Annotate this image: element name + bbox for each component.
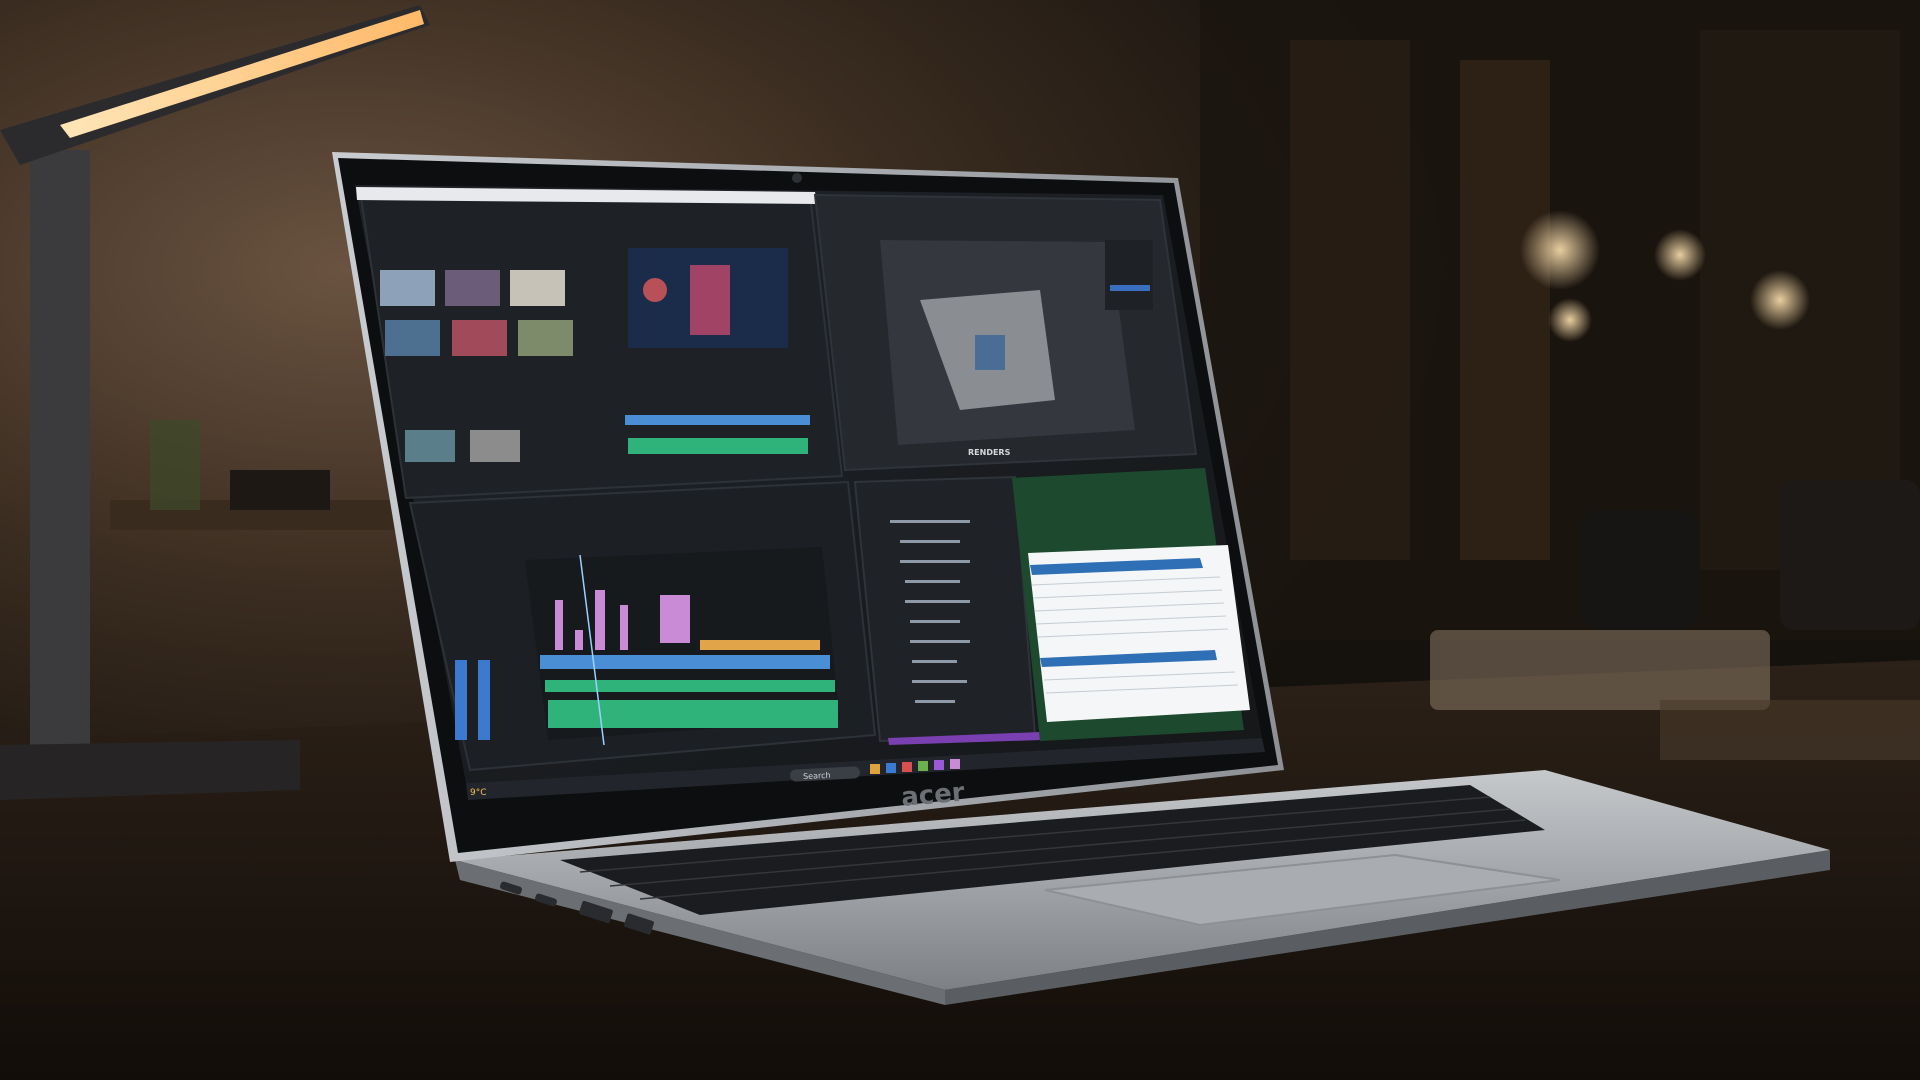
track-header — [478, 660, 490, 740]
camera-body — [1780, 480, 1920, 630]
timeline-clip-purple — [575, 630, 583, 650]
media-thumbnail — [445, 270, 500, 306]
photo-scene: acer RENDERS Search 9°C — [0, 0, 1920, 1080]
timeline-clip-purple — [660, 595, 690, 643]
timeline-clip-purple — [555, 600, 563, 650]
monitor-subject — [690, 265, 730, 335]
media-thumbnail — [385, 320, 440, 356]
plant — [150, 420, 200, 510]
camera-lens — [1580, 510, 1700, 630]
media-thumbnail — [510, 270, 565, 306]
notebook — [1660, 700, 1920, 760]
media-thumbnail — [380, 270, 435, 306]
shelf-post — [1460, 60, 1550, 560]
bokeh-light — [1520, 210, 1600, 290]
timeline-clip-orange — [700, 640, 820, 650]
audio-interface — [1430, 630, 1770, 710]
camera-on-shelf — [230, 470, 330, 510]
timeline-clip-blue — [540, 655, 830, 669]
lamp-base — [0, 740, 300, 800]
monitor-light — [643, 278, 667, 302]
webcam — [792, 173, 802, 183]
taskbar-weather: 9°C — [470, 788, 487, 798]
bokeh-light — [1548, 298, 1592, 342]
brand-logo: acer — [900, 778, 966, 813]
media-thumbnail — [452, 320, 507, 356]
track-header — [455, 660, 467, 740]
bokeh-light — [1750, 270, 1810, 330]
timeline-clip-purple — [620, 605, 628, 650]
taskbar-search-label: Search — [803, 771, 831, 781]
timeline-audio-green — [628, 438, 808, 454]
screen-display: RENDERS Search 9°C — [355, 185, 1265, 800]
shelf-post — [1290, 40, 1410, 560]
timeline-audio-green — [548, 700, 838, 728]
bokeh-light — [1654, 229, 1706, 281]
effect-thumbnail — [405, 430, 455, 462]
timeline-clip-purple — [595, 590, 605, 650]
scene-canvas: acer RENDERS Search 9°C — [0, 0, 1920, 1080]
timeline-audio-green — [545, 680, 835, 692]
3d-model-cube — [975, 335, 1005, 370]
media-thumbnail — [518, 320, 573, 356]
outliner-selected — [1110, 285, 1150, 291]
timeline-clip-blue — [625, 415, 810, 425]
3d-renders-label: RENDERS — [968, 448, 1011, 457]
3d-outliner — [1105, 240, 1153, 310]
lamp-pole — [30, 150, 90, 760]
effect-thumbnail — [470, 430, 520, 462]
